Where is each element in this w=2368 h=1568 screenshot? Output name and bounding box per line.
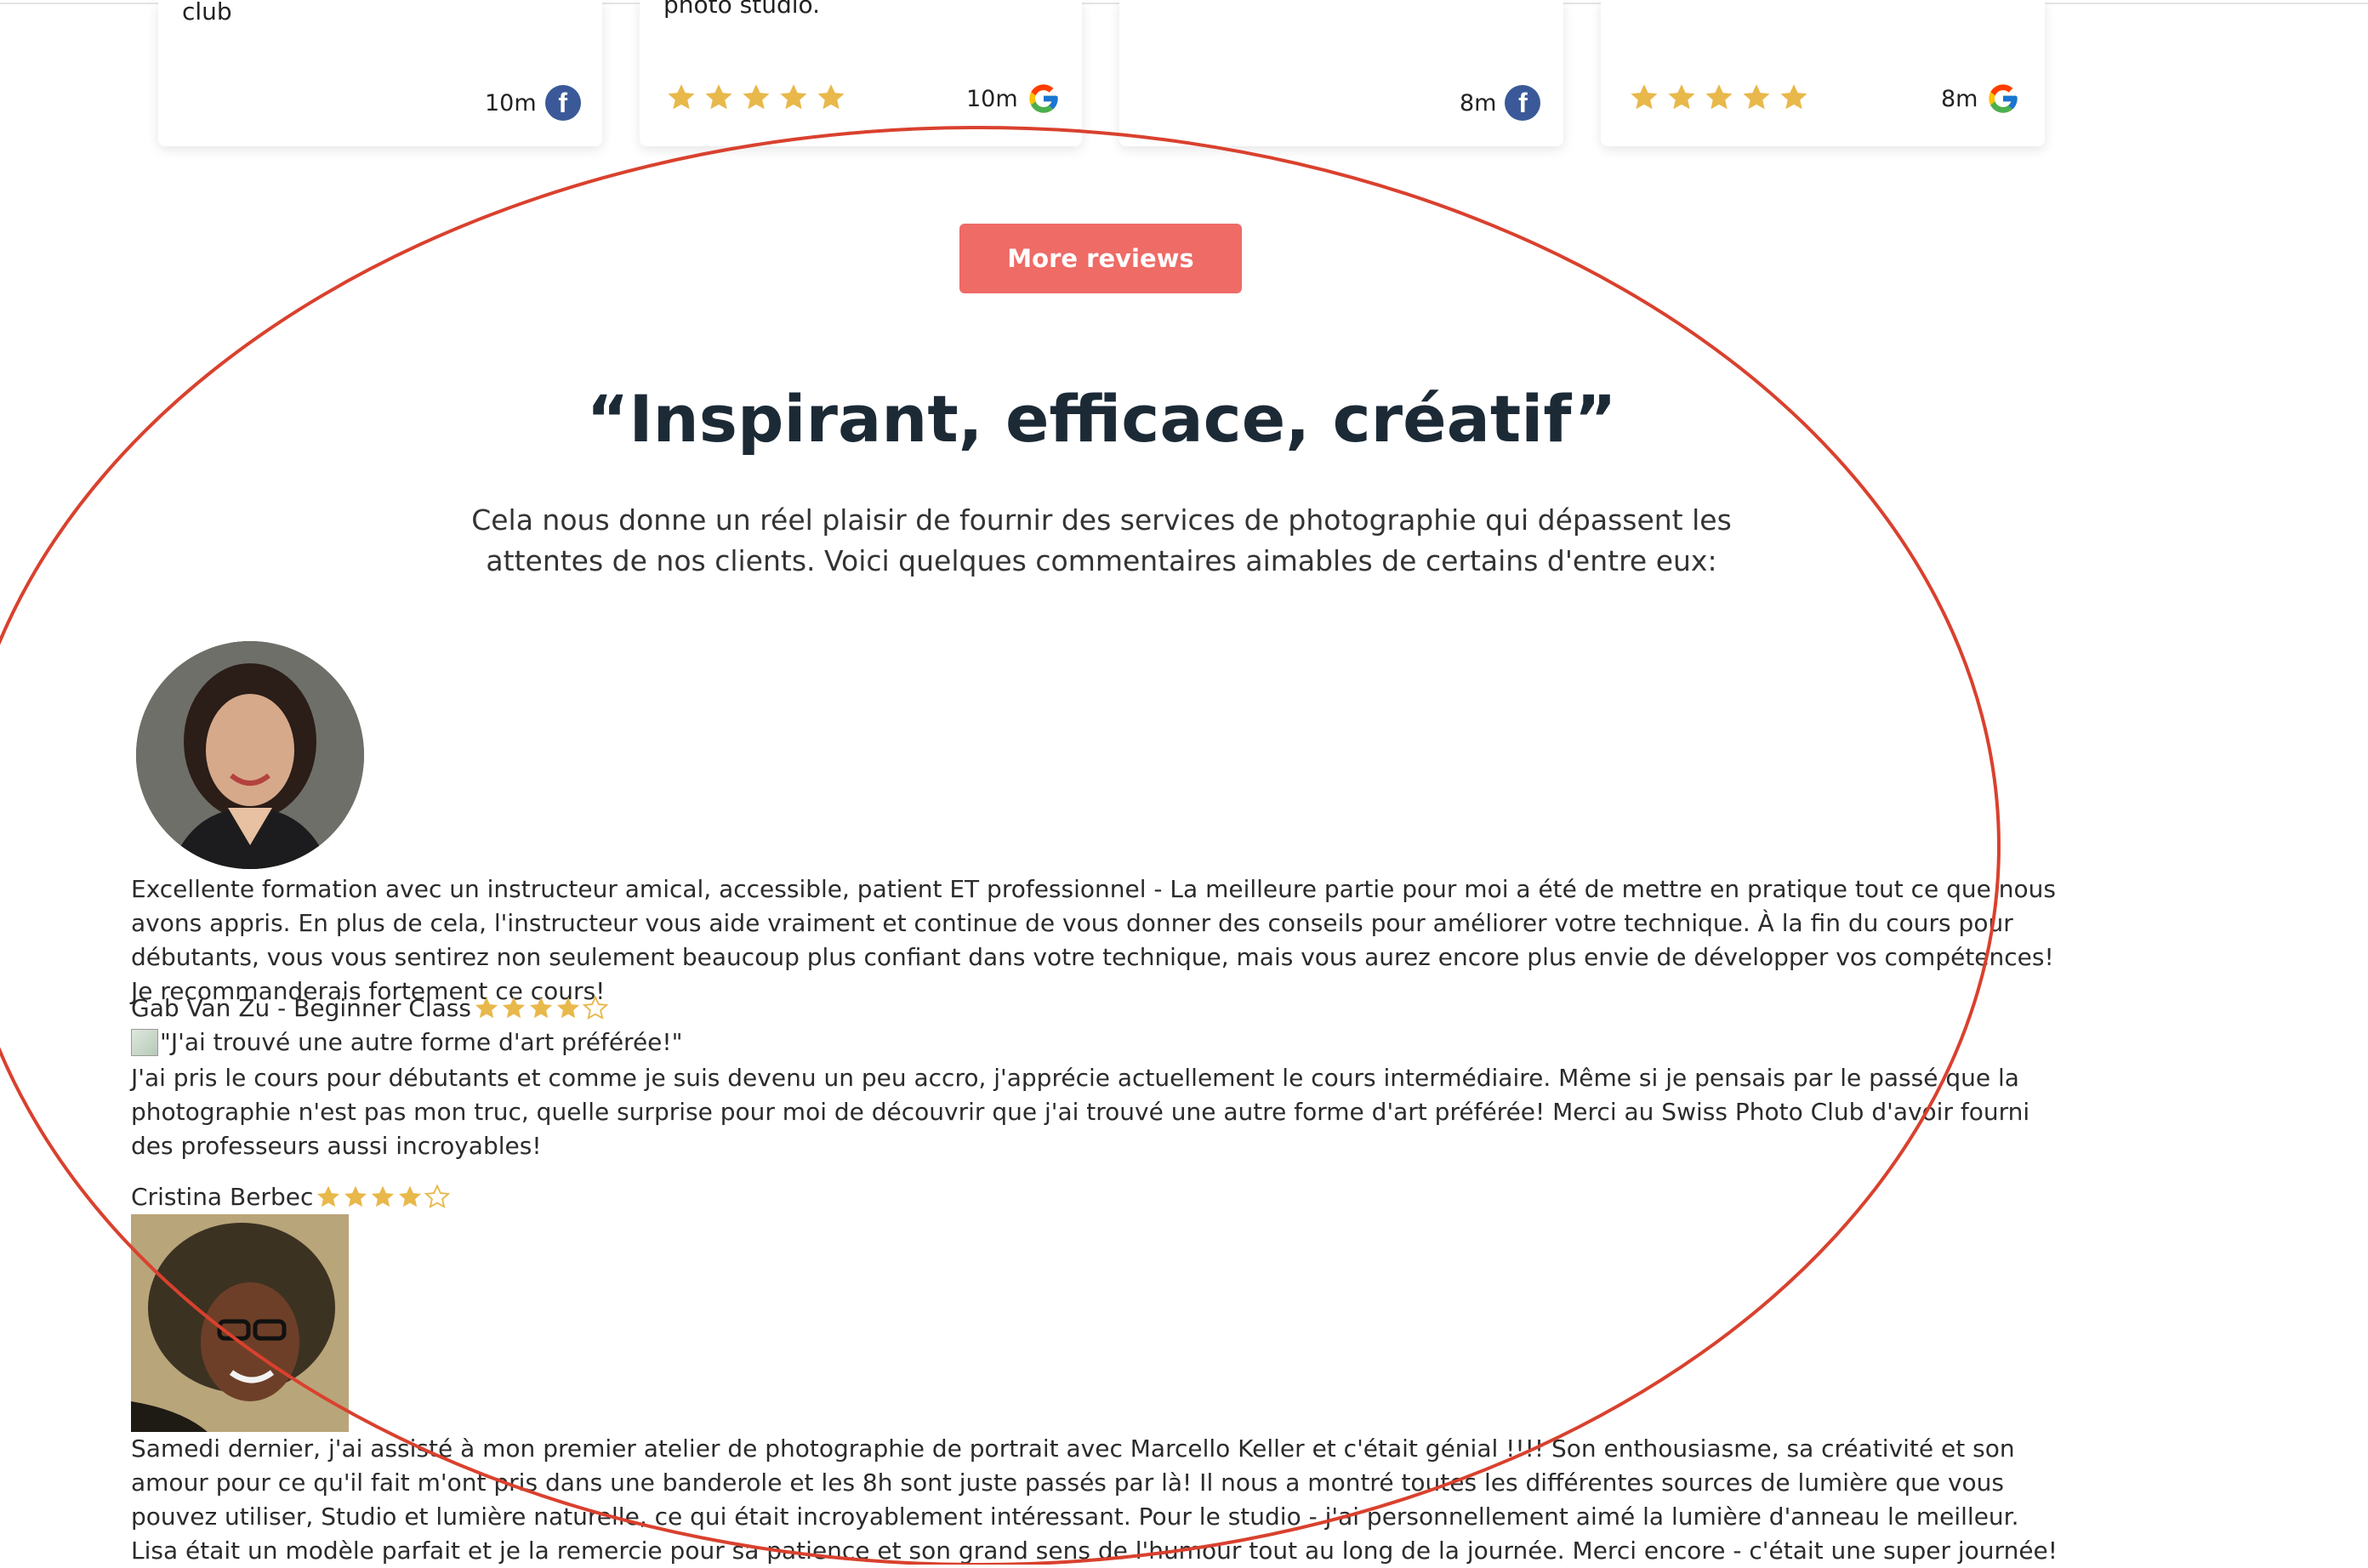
star-icon — [817, 84, 845, 110]
review-time: 8m — [1941, 85, 1978, 112]
review-card[interactable]: 8m f — [1119, 0, 1563, 146]
testimonial-text: J'ai pris le cours pour débutants et com… — [131, 1064, 2030, 1160]
review-meta: 8m f — [1460, 85, 1541, 121]
google-icon — [1989, 84, 2018, 113]
author-name: Gab Van Zu - Beginner Class — [131, 994, 471, 1022]
testimonial-photo — [131, 1214, 349, 1432]
star-icon — [475, 997, 498, 1019]
review-card[interactable]: club 10m f — [158, 0, 602, 146]
testimonial-author: Gab Van Zu - Beginner Class — [131, 993, 609, 1024]
review-time: 10m — [966, 85, 1018, 112]
facebook-icon: f — [1505, 85, 1541, 121]
star-icon — [1743, 84, 1770, 110]
review-card[interactable]: 8m — [1601, 0, 2045, 146]
review-meta: 10m f — [485, 85, 581, 121]
section-title: “Inspirant, efficace, créatif” — [586, 381, 1617, 457]
review-text: photo studio. — [663, 0, 821, 19]
broken-image-icon — [131, 1029, 158, 1056]
star-icon — [1780, 84, 1807, 110]
review-meta: 8m — [1941, 82, 2020, 116]
star-icon — [1668, 84, 1695, 110]
star-icon — [556, 997, 580, 1019]
star-rating — [473, 995, 609, 1022]
star-empty-icon — [424, 1184, 451, 1209]
star-icon — [344, 1185, 367, 1207]
review-time: 10m — [485, 89, 537, 116]
star-icon — [1705, 84, 1733, 110]
image-alt-text: "J'ai trouvé une autre forme d'art préfé… — [160, 1028, 683, 1056]
star-icon — [780, 84, 807, 110]
star-icon — [1631, 84, 1658, 110]
star-icon — [743, 84, 770, 110]
section-subtitle: Cela nous donne un réel plaisir de fourn… — [471, 503, 1732, 577]
testimonial-text: Excellente formation avec un instructeur… — [131, 875, 2056, 1005]
author-name: Cristina Berbec — [131, 1183, 314, 1211]
more-reviews-button[interactable]: More reviews — [959, 224, 1242, 293]
star-icon — [705, 84, 732, 110]
review-time: 8m — [1460, 89, 1497, 116]
star-empty-icon — [582, 995, 609, 1020]
star-rating — [1628, 82, 1810, 114]
portrait-image — [136, 641, 364, 869]
testimonial-avatar — [136, 641, 364, 869]
facebook-icon: f — [544, 85, 581, 121]
testimonial-text: Samedi dernier, j'ai assisté à mon premi… — [131, 1434, 2058, 1565]
portrait-image — [131, 1214, 349, 1432]
broken-image: "J'ai trouvé une autre forme d'art préfé… — [131, 1027, 683, 1058]
star-icon — [372, 1185, 395, 1207]
star-icon — [668, 84, 695, 110]
star-rating — [315, 1184, 451, 1211]
star-icon — [502, 997, 526, 1019]
star-rating — [665, 82, 847, 114]
star-icon — [529, 997, 553, 1019]
review-meta: 10m — [966, 82, 1061, 116]
testimonial-author: Cristina Berbec — [131, 1182, 451, 1213]
google-icon — [1029, 84, 1058, 113]
review-text: club — [182, 0, 232, 26]
star-icon — [317, 1185, 340, 1207]
review-card[interactable]: photo studio. 10m — [640, 0, 1082, 146]
star-icon — [399, 1185, 422, 1207]
